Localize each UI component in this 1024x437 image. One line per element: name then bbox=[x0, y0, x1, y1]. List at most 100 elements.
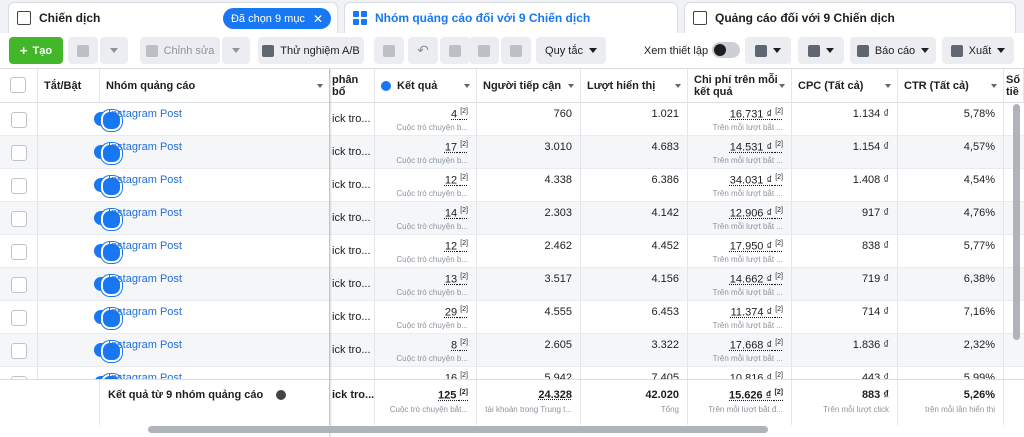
row-checkbox[interactable] bbox=[11, 244, 27, 260]
header-distribution[interactable]: phân bổ bbox=[330, 69, 375, 103]
breakdown-button[interactable] bbox=[798, 37, 844, 64]
row-ctr-cell: 6,38% bbox=[898, 268, 1004, 301]
ctr-value: 5,78% bbox=[963, 108, 995, 120]
table-row[interactable]: Instagram Post ick tro... 17 [2] Cuộc trò c… bbox=[0, 136, 1024, 169]
footer-impressions: 42.020 Tổng bbox=[581, 380, 688, 425]
info-icon[interactable] bbox=[276, 390, 286, 400]
columns-button[interactable] bbox=[745, 37, 791, 64]
header-reach[interactable]: Người tiếp cận bbox=[477, 69, 581, 103]
table-row[interactable]: Instagram Post ick tro... 4 [2] Cuộc trò ch… bbox=[0, 103, 1024, 136]
edit-dropdown-button[interactable] bbox=[222, 37, 250, 64]
footnote-mark: [2] bbox=[775, 240, 783, 247]
row-cost-cell: 12.906 ₫ [2] Trên mỗi lượt bắt ... bbox=[688, 202, 792, 235]
row-checkbox[interactable] bbox=[11, 178, 27, 194]
row-results-cell: 8 [2] Cuộc trò chuyện b... bbox=[375, 334, 477, 367]
cpc-value: 1.836 ₫ bbox=[852, 339, 889, 351]
report-button[interactable]: Báo cáo bbox=[850, 37, 936, 64]
adset-name-link[interactable]: Instagram Post bbox=[108, 273, 182, 285]
adset-name-link[interactable]: Instagram Post bbox=[108, 108, 182, 120]
header-toggle[interactable]: Tắt/Bật bbox=[38, 69, 100, 103]
select-all-checkbox[interactable] bbox=[10, 77, 26, 93]
chevron-down-icon bbox=[232, 48, 240, 53]
cost-number: 16.731 ₫ bbox=[729, 108, 773, 121]
header-cpc[interactable]: CPC (Tất cả) bbox=[792, 69, 898, 103]
row-checkbox[interactable] bbox=[11, 310, 27, 326]
footer-label-cell: Kết quả từ 9 nhóm quảng cáo bbox=[100, 380, 330, 425]
results-sub: Cuộc trò chuyện b... bbox=[396, 255, 468, 264]
row-toggle-cell bbox=[38, 202, 122, 235]
adset-name-link[interactable]: Instagram Post bbox=[108, 141, 182, 153]
clipboard-button[interactable] bbox=[374, 37, 404, 64]
cost-value: 14.662 ₫ [2] bbox=[730, 273, 783, 286]
table-row[interactable]: Instagram Post ick tro... 14 [2] Cuộc trò c… bbox=[0, 202, 1024, 235]
header-name[interactable]: Nhóm quảng cáo bbox=[100, 69, 330, 103]
footer-impressions-value: 42.020 bbox=[645, 389, 679, 401]
toolbar: + Tạo Chỉnh sửa Thử nghiệm A/B ↶ Quy tắc… bbox=[0, 33, 1024, 69]
adset-name-link[interactable]: Instagram Post bbox=[108, 207, 182, 219]
header-ctr[interactable]: CTR (Tất cả) bbox=[898, 69, 1004, 103]
table-row[interactable]: Instagram Post ick tro... 12 [2] Cuộc trò c… bbox=[0, 169, 1024, 202]
vertical-scrollbar[interactable] bbox=[1013, 104, 1020, 340]
footer-reach-value: 24.328 bbox=[538, 389, 572, 401]
row-ctr-cell: 7,16% bbox=[898, 301, 1004, 334]
row-checkbox[interactable] bbox=[11, 112, 27, 128]
footer-spacer bbox=[0, 380, 100, 425]
horizontal-scrollbar[interactable] bbox=[148, 426, 768, 433]
duplicate-dropdown-button[interactable] bbox=[100, 37, 128, 64]
create-button[interactable]: + Tạo bbox=[9, 37, 63, 64]
adset-name-link[interactable]: Instagram Post bbox=[108, 174, 182, 186]
columns-icon bbox=[755, 44, 767, 57]
row-impressions-cell: 6.386 bbox=[581, 169, 688, 202]
footer-cost-sub: Trên mỗi lượt bắt đ... bbox=[708, 405, 783, 414]
flask-icon bbox=[262, 44, 275, 57]
table-row[interactable]: Instagram Post ick tro... 8 [2] Cuộc trò ch… bbox=[0, 334, 1024, 367]
footnote-mark: [2] bbox=[775, 174, 783, 181]
adset-name-link[interactable]: Instagram Post bbox=[108, 339, 182, 351]
view-setup-label: Xem thiết lập bbox=[642, 37, 710, 64]
delete-button[interactable] bbox=[440, 37, 470, 64]
export-button[interactable]: Xuất bbox=[942, 37, 1014, 64]
share-button[interactable] bbox=[501, 37, 531, 64]
header-results-label: Kết quả bbox=[397, 80, 438, 92]
header-results[interactable]: Kết quả bbox=[375, 69, 477, 103]
footnote-mark: [2] bbox=[459, 389, 468, 396]
tab-adsets[interactable]: Nhóm quảng cáo đối với 9 Chiến dịch bbox=[344, 2, 678, 34]
tab-ads[interactable]: Quảng cáo đối với 9 Chiến dịch bbox=[684, 2, 1016, 33]
distribution-value: ick tro... bbox=[332, 146, 371, 158]
footer-ctr-value: 5,26% bbox=[963, 389, 995, 401]
rules-dropdown[interactable]: Quy tắc bbox=[536, 37, 606, 64]
table-row[interactable]: Instagram Post ick tro... 12 [2] Cuộc trò c… bbox=[0, 235, 1024, 268]
footnote-mark: [2] bbox=[460, 339, 468, 346]
selected-chip[interactable]: Đã chọn 9 mục ✕ bbox=[222, 8, 331, 29]
edit-button[interactable]: Chỉnh sửa bbox=[140, 37, 220, 64]
tab-ads-label: Quảng cáo đối với 9 Chiến dịch bbox=[715, 11, 895, 25]
cpc-value: 1.154 ₫ bbox=[852, 141, 889, 153]
header-cost-per-result[interactable]: Chi phí trên mỗi kết quả bbox=[688, 69, 792, 103]
cost-value: 14.531 ₫ [2] bbox=[730, 141, 783, 154]
adset-name-link[interactable]: Instagram Post bbox=[108, 306, 182, 318]
header-impressions[interactable]: Lượt hiển thị bbox=[581, 69, 688, 103]
footer-results-sub: Cuộc trò chuyện bắt... bbox=[389, 405, 468, 414]
duplicate-button[interactable] bbox=[68, 37, 98, 64]
row-checkbox[interactable] bbox=[11, 343, 27, 359]
undo-button[interactable]: ↶ bbox=[408, 37, 438, 64]
row-ctr-cell: 4,54% bbox=[898, 169, 1004, 202]
edit-label: Chỉnh sửa bbox=[163, 44, 215, 57]
header-more[interactable]: Số tiề bbox=[1004, 69, 1024, 103]
selected-chip-label: Đã chọn 9 mục bbox=[230, 12, 305, 25]
reach-value: 760 bbox=[553, 108, 572, 120]
header-select-all[interactable] bbox=[0, 69, 38, 103]
ab-test-button[interactable]: Thử nghiệm A/B bbox=[258, 37, 364, 64]
people-button[interactable] bbox=[469, 37, 499, 64]
table-row[interactable]: Instagram Post ick tro... 29 [2] Cuộc trò c… bbox=[0, 301, 1024, 334]
footnote-mark: [2] bbox=[775, 141, 783, 148]
adset-name-link[interactable]: Instagram Post bbox=[108, 240, 182, 252]
row-checkbox[interactable] bbox=[11, 277, 27, 293]
close-icon[interactable]: ✕ bbox=[313, 12, 323, 26]
view-setup-toggle[interactable] bbox=[712, 42, 740, 58]
tab-campaigns[interactable]: Chiến dịch Đã chọn 9 mục ✕ bbox=[8, 2, 338, 33]
row-checkbox[interactable] bbox=[11, 145, 27, 161]
row-impressions-cell: 4.142 bbox=[581, 202, 688, 235]
table-row[interactable]: Instagram Post ick tro... 13 [2] Cuộc trò c… bbox=[0, 268, 1024, 301]
row-checkbox[interactable] bbox=[11, 211, 27, 227]
